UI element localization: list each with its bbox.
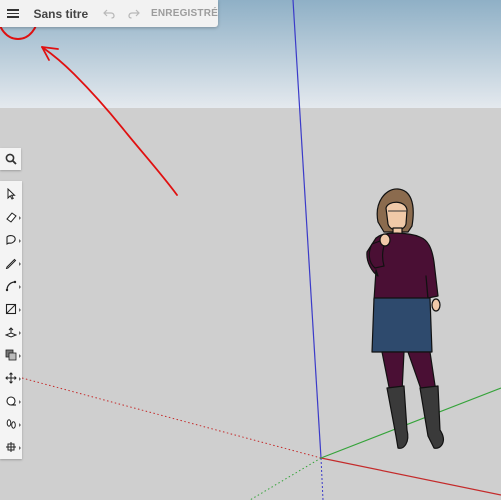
figure-face xyxy=(385,201,408,231)
top-bar: Sans titre ENREGISTRÉ xyxy=(0,0,218,27)
main-menu-button[interactable] xyxy=(0,0,25,27)
tool-palette xyxy=(0,181,22,459)
eraser-icon xyxy=(6,212,17,223)
offset-tool[interactable] xyxy=(0,344,22,366)
move-icon xyxy=(5,372,17,384)
cursor-arrow-icon xyxy=(7,188,16,200)
eraser-tool[interactable] xyxy=(0,206,22,228)
undo-button[interactable] xyxy=(96,0,121,27)
arc-icon xyxy=(5,280,17,292)
move-tool[interactable] xyxy=(0,367,22,389)
tag-tool[interactable] xyxy=(0,229,22,251)
section-plane-tool[interactable] xyxy=(0,436,22,458)
arc-tool[interactable] xyxy=(0,275,22,297)
redo-icon xyxy=(128,9,141,19)
pencil-icon xyxy=(5,258,17,269)
tape-measure-icon xyxy=(6,396,16,406)
select-tool[interactable] xyxy=(0,183,22,205)
footprints-icon xyxy=(6,419,16,429)
section-plane-icon xyxy=(6,442,16,452)
search-button[interactable] xyxy=(0,148,21,170)
search-icon xyxy=(5,153,17,165)
figure-skirt xyxy=(371,297,433,353)
figure-hand xyxy=(379,233,391,247)
push-pull-icon xyxy=(5,327,17,338)
scene-canvas[interactable] xyxy=(0,0,501,500)
line-tool[interactable] xyxy=(0,252,22,274)
undo-icon xyxy=(102,9,115,19)
offset-icon xyxy=(5,349,17,361)
3d-viewport[interactable] xyxy=(0,0,501,500)
document-title[interactable]: Sans titre xyxy=(33,7,96,21)
tag-icon xyxy=(6,235,16,245)
push-pull-tool[interactable] xyxy=(0,321,22,343)
hamburger-menu-icon xyxy=(6,9,19,18)
walk-tool[interactable] xyxy=(0,413,22,435)
redo-button[interactable] xyxy=(122,0,147,27)
save-status: ENREGISTRÉ xyxy=(151,8,219,19)
rectangle-tool[interactable] xyxy=(0,298,22,320)
tape-measure-tool[interactable] xyxy=(0,390,22,412)
rectangle-icon xyxy=(5,303,17,315)
